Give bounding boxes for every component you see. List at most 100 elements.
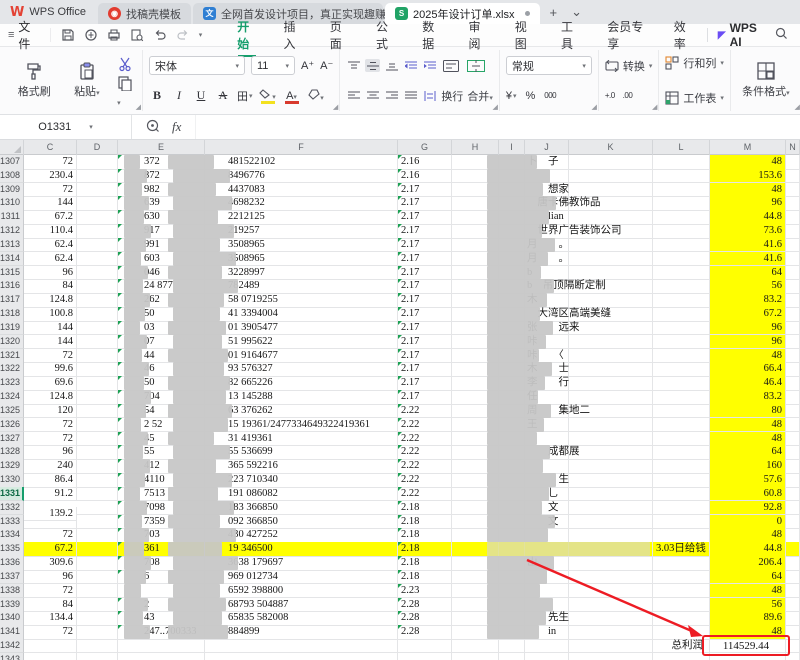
cell-K1322[interactable] <box>569 362 653 377</box>
cell-C1331[interactable]: 91.2 <box>24 487 77 502</box>
cell-N1315[interactable] <box>786 266 800 281</box>
cell-F1340[interactable]: 65835 582008 <box>205 611 398 626</box>
row-header-1316[interactable]: 1316 <box>0 279 24 294</box>
doc-tab-template[interactable]: ◉ 找稿壳模板 <box>98 3 191 24</box>
cell-K1331[interactable] <box>569 487 653 502</box>
cell-M1334[interactable]: 48 <box>710 528 786 543</box>
cell-L1307[interactable] <box>653 155 710 170</box>
cell-G1329[interactable]: 2.22 <box>398 459 452 474</box>
search-icon[interactable] <box>775 27 788 43</box>
cell[interactable] <box>24 653 77 660</box>
row-header-1307[interactable]: 1307 <box>0 155 24 170</box>
row-header-1325[interactable]: 1325 <box>0 404 24 419</box>
cell-L1329[interactable] <box>653 459 710 474</box>
cell-N1312[interactable] <box>786 224 800 239</box>
cell-L1323[interactable] <box>653 376 710 391</box>
column-header-M[interactable]: M <box>710 140 786 155</box>
cell-C1338[interactable]: 72 <box>24 584 77 599</box>
borders-button[interactable]: 田▾ <box>237 88 253 104</box>
cell-G1324[interactable]: 2.17 <box>398 390 452 405</box>
cell-K1320[interactable] <box>569 335 653 350</box>
cell-G1326[interactable]: 2.22 <box>398 418 452 433</box>
cell-L1314[interactable] <box>653 252 710 267</box>
cell-L1339[interactable] <box>653 598 710 613</box>
row-header-1319[interactable]: 1319 <box>0 321 24 336</box>
cell-M1338[interactable]: 48 <box>710 584 786 599</box>
cell-C1329[interactable]: 240 <box>24 459 77 474</box>
clear-format-button[interactable]: ▾ <box>307 89 325 103</box>
rows-cols-button[interactable]: 行和列▾ <box>665 52 724 74</box>
cell-M1326[interactable]: 48 <box>710 418 786 433</box>
paste-button[interactable]: 粘贴▾ <box>65 52 110 108</box>
print-icon[interactable] <box>107 28 121 42</box>
decrease-decimal-button[interactable]: .00 <box>623 91 633 100</box>
cell-N1318[interactable] <box>786 307 800 322</box>
cell-C1307[interactable]: 72 <box>24 155 77 170</box>
cell-G1325[interactable]: 2.22 <box>398 404 452 419</box>
cell-M1333[interactable]: 0 <box>710 515 786 530</box>
row-header-1315[interactable]: 1315 <box>0 266 24 281</box>
cell-G1309[interactable]: 2.17 <box>398 183 452 198</box>
cell-L1322[interactable] <box>653 362 710 377</box>
cell-D1314[interactable] <box>77 252 118 267</box>
cell-K1332[interactable] <box>569 501 653 516</box>
cell-N1330[interactable] <box>786 473 800 488</box>
cell-G1317[interactable]: 2.17 <box>398 293 452 308</box>
row-header-1310[interactable]: 1310 <box>0 196 24 211</box>
cell-L1331[interactable] <box>653 487 710 502</box>
dialog-launcher-icon[interactable]: ◢ <box>492 103 497 111</box>
align-left-icon[interactable] <box>346 89 361 102</box>
column-header-I[interactable]: I <box>499 140 525 155</box>
row-header-1313[interactable]: 1313 <box>0 238 24 253</box>
cell-G1320[interactable]: 2.17 <box>398 335 452 350</box>
cell-M1323[interactable]: 46.4 <box>710 376 786 391</box>
cell-D1335[interactable] <box>77 542 118 557</box>
strikethrough-button[interactable]: A <box>215 88 231 103</box>
row-header-1338[interactable]: 1338 <box>0 584 24 599</box>
cell-M1339[interactable]: 56 <box>710 598 786 613</box>
export-icon[interactable] <box>84 28 98 42</box>
cell-G1336[interactable]: 2.18 <box>398 556 452 571</box>
cell-F1320[interactable]: 51 995622 <box>205 335 398 350</box>
column-header-J[interactable]: J <box>525 140 569 155</box>
convert-button[interactable]: 转换▾ <box>605 55 653 77</box>
cell-C1315[interactable]: 96 <box>24 266 77 281</box>
cell-N1325[interactable] <box>786 404 800 419</box>
cell-M1308[interactable]: 153.6 <box>710 169 786 184</box>
cell-D1339[interactable] <box>77 598 118 613</box>
wps-ai-button[interactable]: ◤ WPS AI <box>718 21 765 49</box>
cell-D1341[interactable] <box>77 625 118 640</box>
cell-F1321[interactable]: 01 9164677 <box>205 349 398 364</box>
align-top-icon[interactable] <box>346 59 361 72</box>
row-header-1311[interactable]: 1311 <box>0 210 24 225</box>
merge-cells-label[interactable]: 合并▾ <box>467 88 493 104</box>
justify-icon[interactable] <box>403 89 418 102</box>
cell-N1337[interactable] <box>786 570 800 585</box>
cell-G1335[interactable]: 2.18 <box>398 542 452 557</box>
cell-N1309[interactable] <box>786 183 800 198</box>
row-header-1314[interactable]: 1314 <box>0 252 24 267</box>
cell-L1320[interactable] <box>653 335 710 350</box>
cell[interactable] <box>452 653 499 660</box>
cell-K1330[interactable] <box>569 473 653 488</box>
cell-F1315[interactable]: 3228997 <box>205 266 398 281</box>
cell-F1327[interactable]: 31 419361 <box>205 432 398 447</box>
cell-D1342[interactable] <box>77 639 118 654</box>
cell-F1310[interactable]: 4698232 <box>205 196 398 211</box>
cell-F1339[interactable]: 68793 504887 <box>205 598 398 613</box>
cell-M1310[interactable]: 96 <box>710 196 786 211</box>
column-header-L[interactable]: L <box>653 140 710 155</box>
cell-L1310[interactable] <box>653 196 710 211</box>
currency-button[interactable]: ¥▾ <box>506 90 517 102</box>
cell-G1337[interactable]: 2.18 <box>398 570 452 585</box>
cell-D1327[interactable] <box>77 432 118 447</box>
cell-L1321[interactable] <box>653 349 710 364</box>
cell-K1338[interactable] <box>569 584 653 599</box>
cell-D1308[interactable] <box>77 169 118 184</box>
cell-L1318[interactable] <box>653 307 710 322</box>
cell-M1316[interactable]: 56 <box>710 279 786 294</box>
cell-M1328[interactable]: 64 <box>710 445 786 460</box>
row-header-1337[interactable]: 1337 <box>0 570 24 585</box>
cell-J1342[interactable] <box>525 639 569 654</box>
increase-decimal-button[interactable]: +.0 <box>605 91 615 100</box>
